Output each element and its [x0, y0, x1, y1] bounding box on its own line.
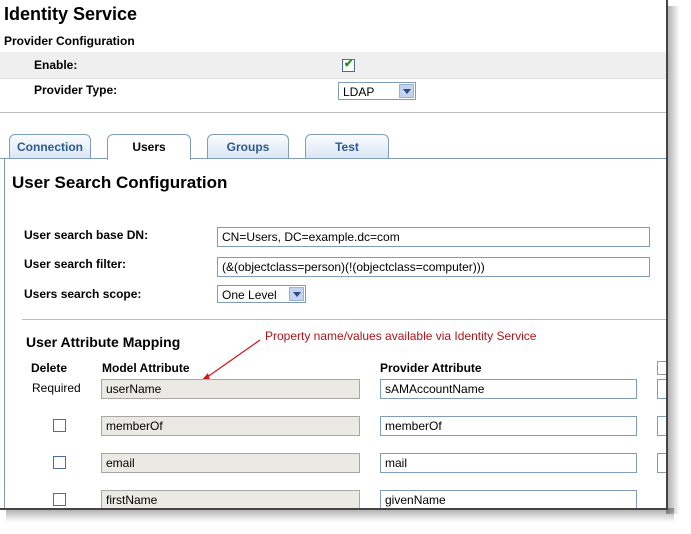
scope-label: Users search scope: [24, 287, 142, 301]
extra-field[interactable] [657, 453, 666, 473]
divider [0, 112, 666, 113]
tab-panel-border [4, 158, 5, 508]
model-attribute-header: Model Attribute [102, 361, 190, 375]
enable-row [0, 52, 666, 79]
tab-baseline [191, 158, 666, 159]
provider-type-select[interactable]: LDAP [338, 82, 416, 100]
delete-header: Delete [31, 361, 68, 375]
enable-label: Enable: [34, 58, 78, 72]
base-dn-label: User search base DN: [24, 228, 149, 242]
page-title: Identity Service [4, 4, 138, 24]
divider [22, 319, 666, 320]
required-label: Required [32, 381, 81, 395]
model-attribute-field: memberOf [101, 416, 360, 436]
base-dn-input[interactable]: CN=Users, DC=example.dc=com [217, 227, 650, 247]
provider-attribute-input[interactable]: givenName [380, 490, 637, 508]
scope-value: One Level [222, 288, 277, 302]
section-title: User Search Configuration [12, 173, 228, 192]
checkmark-icon: ✔ [344, 58, 354, 70]
model-attribute-field: email [101, 453, 360, 473]
model-attribute-field: userName [101, 379, 360, 399]
mapping-title: User Attribute Mapping [26, 334, 181, 350]
tab-groups[interactable]: Groups [207, 134, 289, 158]
delete-checkbox[interactable] [53, 456, 66, 469]
chevron-down-icon [289, 287, 304, 301]
identity-service-panel: Identity Service Provider Configuration … [0, 0, 668, 510]
tab-users[interactable]: Users [107, 134, 191, 160]
delete-checkbox[interactable] [53, 419, 66, 432]
provider-attribute-input[interactable]: mail [380, 453, 637, 473]
extra-field[interactable] [657, 379, 666, 399]
chevron-down-icon [399, 84, 414, 98]
extra-column-header [657, 361, 666, 375]
provider-attribute-input[interactable]: sAMAccountName [380, 379, 637, 399]
section-subtitle: Provider Configuration [4, 34, 135, 48]
enable-checkbox[interactable]: ✔ [342, 58, 355, 72]
screenshot-stage: Identity Service Provider Configuration … [0, 0, 691, 534]
tab-test[interactable]: Test [305, 134, 389, 158]
provider-type-label: Provider Type: [34, 83, 118, 97]
filter-label: User search filter: [24, 257, 127, 271]
page-shadow [666, 6, 680, 514]
provider-attribute-input[interactable]: memberOf [380, 416, 637, 436]
filter-input[interactable]: (&(objectclass=person)(!(objectclass=com… [217, 257, 650, 277]
extra-field[interactable] [657, 416, 666, 436]
delete-checkbox[interactable] [53, 493, 66, 506]
model-attribute-field: firstName [101, 490, 360, 508]
tab-connection[interactable]: Connection [9, 134, 91, 158]
page-shadow [6, 508, 674, 522]
annotation-note: Property name/values available via Ident… [265, 329, 537, 343]
provider-attribute-header: Provider Attribute [380, 361, 482, 375]
tab-baseline [0, 158, 107, 159]
provider-type-value: LDAP [343, 85, 375, 99]
scope-select[interactable]: One Level [217, 285, 306, 303]
